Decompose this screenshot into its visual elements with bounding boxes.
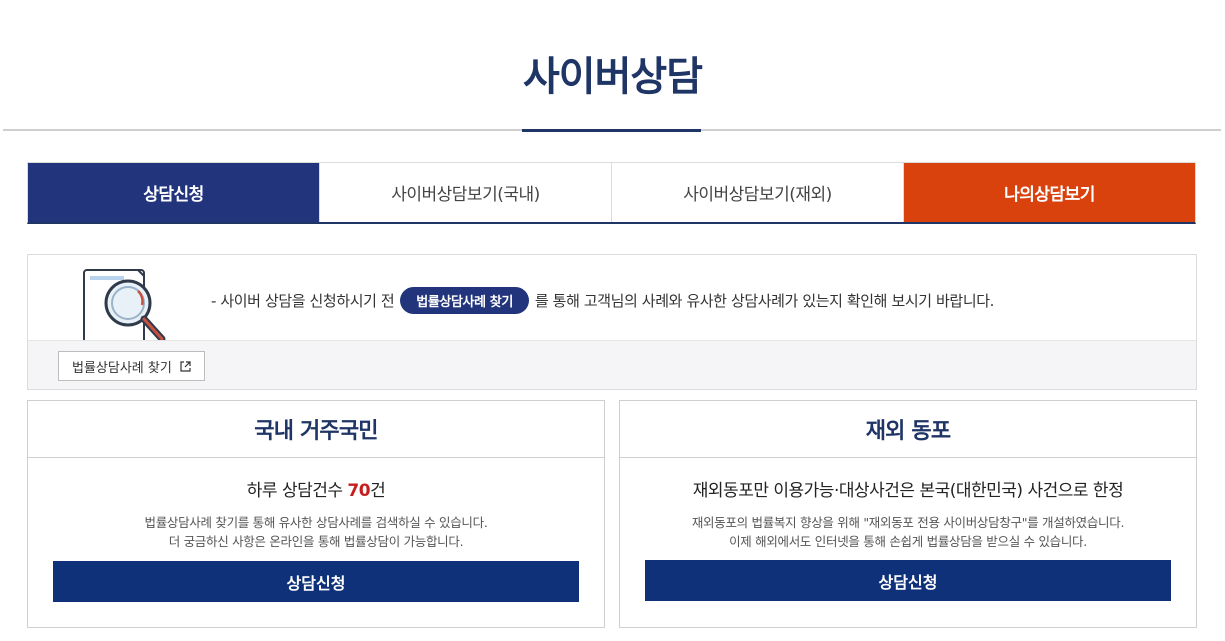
daily-count-suffix: 건	[370, 481, 386, 501]
overseas-apply-button[interactable]: 상담신청	[645, 560, 1171, 601]
tab-bar: 상담신청 사이버상담보기(국내) 사이버상담보기(재외) 나의상담보기	[27, 162, 1196, 224]
overseas-card: 재외 동포 재외동포만 이용가능·대상사건은 본국(대한민국) 사건으로 한정 …	[619, 400, 1197, 628]
notice-box: - 사이버 상담을 신청하시기 전 법률상담사례 찾기 를 통해 고객님의 사례…	[27, 254, 1197, 390]
tab-cyber-view-overseas[interactable]: 사이버상담보기(재외)	[612, 163, 904, 222]
page-title: 사이버상담	[523, 54, 703, 100]
overseas-desc-line1: 재외동포의 법률복지 향상을 위해 "재외동포 전용 사이버상담창구"를 개설하…	[691, 515, 1125, 530]
daily-count-prefix: 하루 상담건수	[246, 481, 348, 501]
overseas-card-title: 재외 동포	[620, 401, 1196, 458]
tab-cyber-view-domestic[interactable]: 사이버상담보기(국내)	[320, 163, 612, 222]
notice-text: - 사이버 상담을 신청하시기 전 법률상담사례 찾기 를 통해 고객님의 사례…	[211, 287, 994, 314]
case-search-button[interactable]: 법률상담사례 찾기	[58, 351, 205, 381]
document-search-icon	[83, 269, 166, 340]
overseas-description: 재외동포의 법률복지 향상을 위해 "재외동포 전용 사이버상담창구"를 개설하…	[620, 513, 1196, 551]
tab-my-consultations[interactable]: 나의상담보기	[904, 163, 1195, 222]
domestic-card: 국내 거주국민 하루 상담건수 70건 법률상담사례 찾기를 통해 유사한 상담…	[27, 400, 605, 628]
domestic-desc-line1: 법률상담사례 찾기를 통해 유사한 상담사례를 검색하실 수 있습니다.	[144, 515, 488, 530]
domestic-daily-count: 하루 상담건수 70건	[28, 476, 604, 501]
notice-bottom: 법률상담사례 찾기	[28, 340, 1196, 389]
external-link-icon	[180, 360, 191, 372]
title-accent-bar	[522, 129, 701, 132]
domestic-desc-line2: 더 궁금하신 사항은 온라인을 통해 법률상담이 가능합니다.	[168, 534, 464, 549]
daily-count-value: 70	[347, 481, 371, 501]
domestic-description: 법률상담사례 찾기를 통해 유사한 상담사례를 검색하실 수 있습니다. 더 궁…	[28, 513, 604, 551]
notice-prefix: - 사이버 상담을 신청하시기 전	[211, 292, 395, 310]
notice-suffix: 를 통해 고객님의 사례와 유사한 상담사례가 있는지 확인해 보시기 바랍니다…	[534, 292, 994, 310]
case-search-pill[interactable]: 법률상담사례 찾기	[400, 287, 529, 314]
overseas-eligibility: 재외동포만 이용가능·대상사건은 본국(대한민국) 사건으로 한정	[692, 481, 1124, 501]
case-search-button-label: 법률상담사례 찾기	[72, 360, 172, 376]
notice-top: - 사이버 상담을 신청하시기 전 법률상담사례 찾기 를 통해 고객님의 사례…	[28, 255, 1196, 340]
domestic-apply-button[interactable]: 상담신청	[53, 561, 579, 602]
tab-consult-apply[interactable]: 상담신청	[28, 163, 320, 222]
domestic-card-title: 국내 거주국민	[28, 401, 604, 458]
overseas-desc-line2: 이제 해외에서도 인터넷을 통해 손쉽게 법률상담을 받으실 수 있습니다.	[729, 534, 1087, 549]
